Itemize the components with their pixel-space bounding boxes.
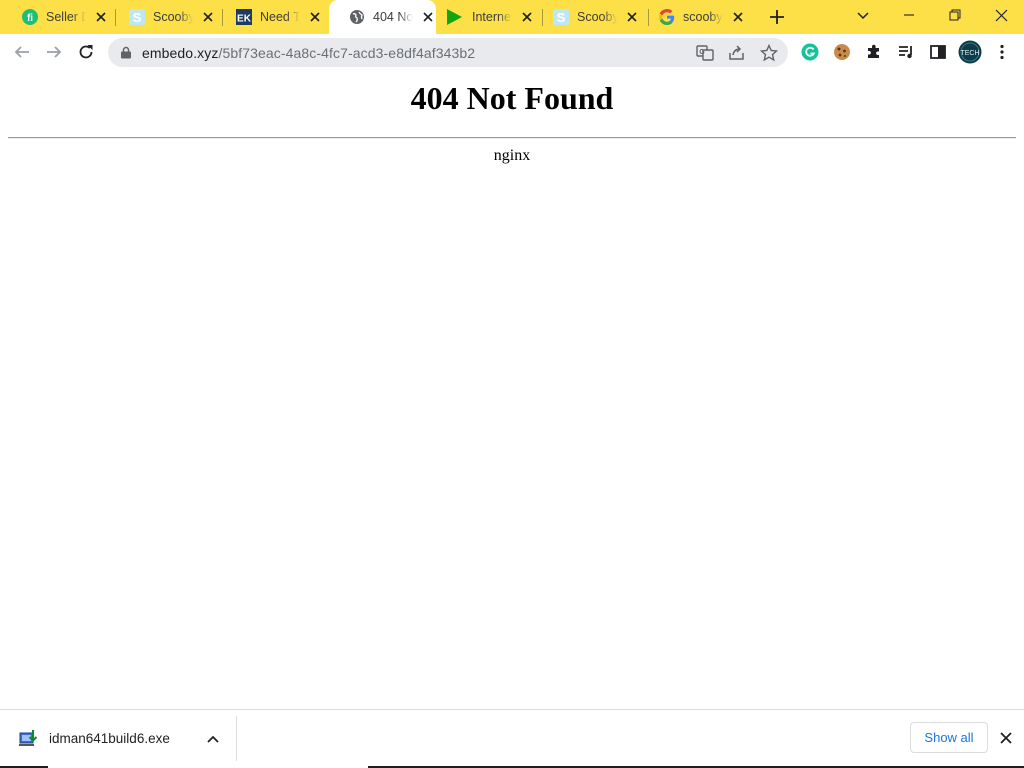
media-playlist-icon[interactable] (896, 42, 916, 62)
tab-title: Internet Download (472, 10, 512, 24)
show-all-button[interactable]: Show all (910, 722, 988, 753)
window-close-button[interactable] (985, 0, 1017, 30)
fiverr-icon: fi (22, 9, 38, 25)
forward-arrow-icon[interactable] (44, 42, 64, 62)
tab-title: 404 Not Found (373, 10, 413, 24)
tab-search-chevron-icon[interactable] (852, 0, 874, 30)
scooby-s-icon: S (129, 9, 145, 25)
close-icon[interactable] (308, 10, 322, 24)
kebab-menu-icon[interactable] (992, 42, 1012, 62)
reload-icon[interactable] (76, 42, 96, 62)
svg-text:fi: fi (27, 13, 33, 24)
download-shelf: idman641build6.exe Show all (0, 709, 1024, 768)
grammarly-icon[interactable] (800, 42, 820, 62)
svg-text:S: S (133, 10, 142, 25)
shelf-divider (236, 716, 237, 761)
chevron-up-icon[interactable] (206, 732, 220, 746)
tab-title: Seller Dashboard (46, 10, 86, 24)
tab-scooby-search[interactable]: scooby (639, 0, 746, 34)
lock-icon[interactable] (120, 46, 132, 59)
svg-text:G: G (699, 49, 705, 56)
avatar-text: TECH (960, 50, 979, 57)
svg-text:EK: EK (237, 14, 252, 25)
server-name: nginx (493, 147, 531, 164)
side-panel-icon[interactable] (928, 42, 948, 62)
minimize-button[interactable] (893, 0, 925, 30)
tab-strip: fi Seller Dashboard S Scooby-Doo EK Need… (0, 0, 1024, 34)
page-content: 404 Not Found nginx (0, 71, 1024, 709)
tab-title: scooby (683, 10, 723, 24)
close-icon[interactable] (625, 10, 639, 24)
close-icon[interactable] (201, 10, 215, 24)
browser-toolbar: embedo.xyz/5bf73eac-4a8c-4fc7-acd3-e8df4… (0, 34, 1024, 71)
bookmark-star-icon[interactable] (760, 44, 778, 62)
extensions-puzzle-icon[interactable] (864, 42, 884, 62)
tab-404-not-found[interactable]: 404 Not Found (329, 0, 436, 34)
close-shelf-icon[interactable] (998, 730, 1014, 746)
close-icon[interactable] (520, 10, 534, 24)
scooby-s-icon: S (553, 9, 569, 25)
translate-icon[interactable]: G (696, 44, 714, 62)
tab-title: Scooby-Doo (577, 10, 617, 24)
close-icon[interactable] (731, 10, 745, 24)
globe-icon (349, 9, 365, 25)
new-tab-button[interactable] (768, 8, 786, 26)
tab-seller-dashboard[interactable]: fi Seller Dashboard (2, 0, 109, 34)
url-host: embedo.xyz (142, 45, 219, 61)
tab-title: Scooby-Doo (153, 10, 193, 24)
address-bar[interactable]: embedo.xyz/5bf73eac-4a8c-4fc7-acd3-e8df4… (108, 38, 788, 67)
tab-need-to-know[interactable]: EK Need To Know (216, 0, 323, 34)
ek-icon: EK (236, 9, 252, 25)
cookie-icon[interactable] (832, 42, 852, 62)
share-icon[interactable] (728, 44, 746, 62)
close-icon[interactable] (421, 10, 435, 24)
back-arrow-icon[interactable] (12, 42, 32, 62)
url-text[interactable]: embedo.xyz/5bf73eac-4a8c-4fc7-acd3-e8df4… (142, 45, 475, 61)
tab-title: Need To Know (260, 10, 300, 24)
play-icon (446, 9, 462, 25)
download-filename[interactable]: idman641build6.exe (49, 731, 170, 746)
url-path: /5bf73eac-4a8c-4fc7-acd3-e8df4af343b2 (218, 45, 476, 61)
tab-internet-download[interactable]: Internet Download (436, 0, 543, 34)
svg-text:S: S (557, 10, 566, 25)
divider (8, 137, 1016, 139)
avatar[interactable]: TECH (958, 40, 982, 64)
restore-button[interactable] (939, 0, 971, 30)
page-heading: 404 Not Found (410, 80, 614, 116)
close-icon[interactable] (94, 10, 108, 24)
google-icon (659, 9, 675, 25)
tab-scooby-doo-2[interactable]: S Scooby-Doo (533, 0, 640, 34)
download-item-icon[interactable] (18, 728, 38, 748)
tab-scooby-doo[interactable]: S Scooby-Doo (109, 0, 216, 34)
